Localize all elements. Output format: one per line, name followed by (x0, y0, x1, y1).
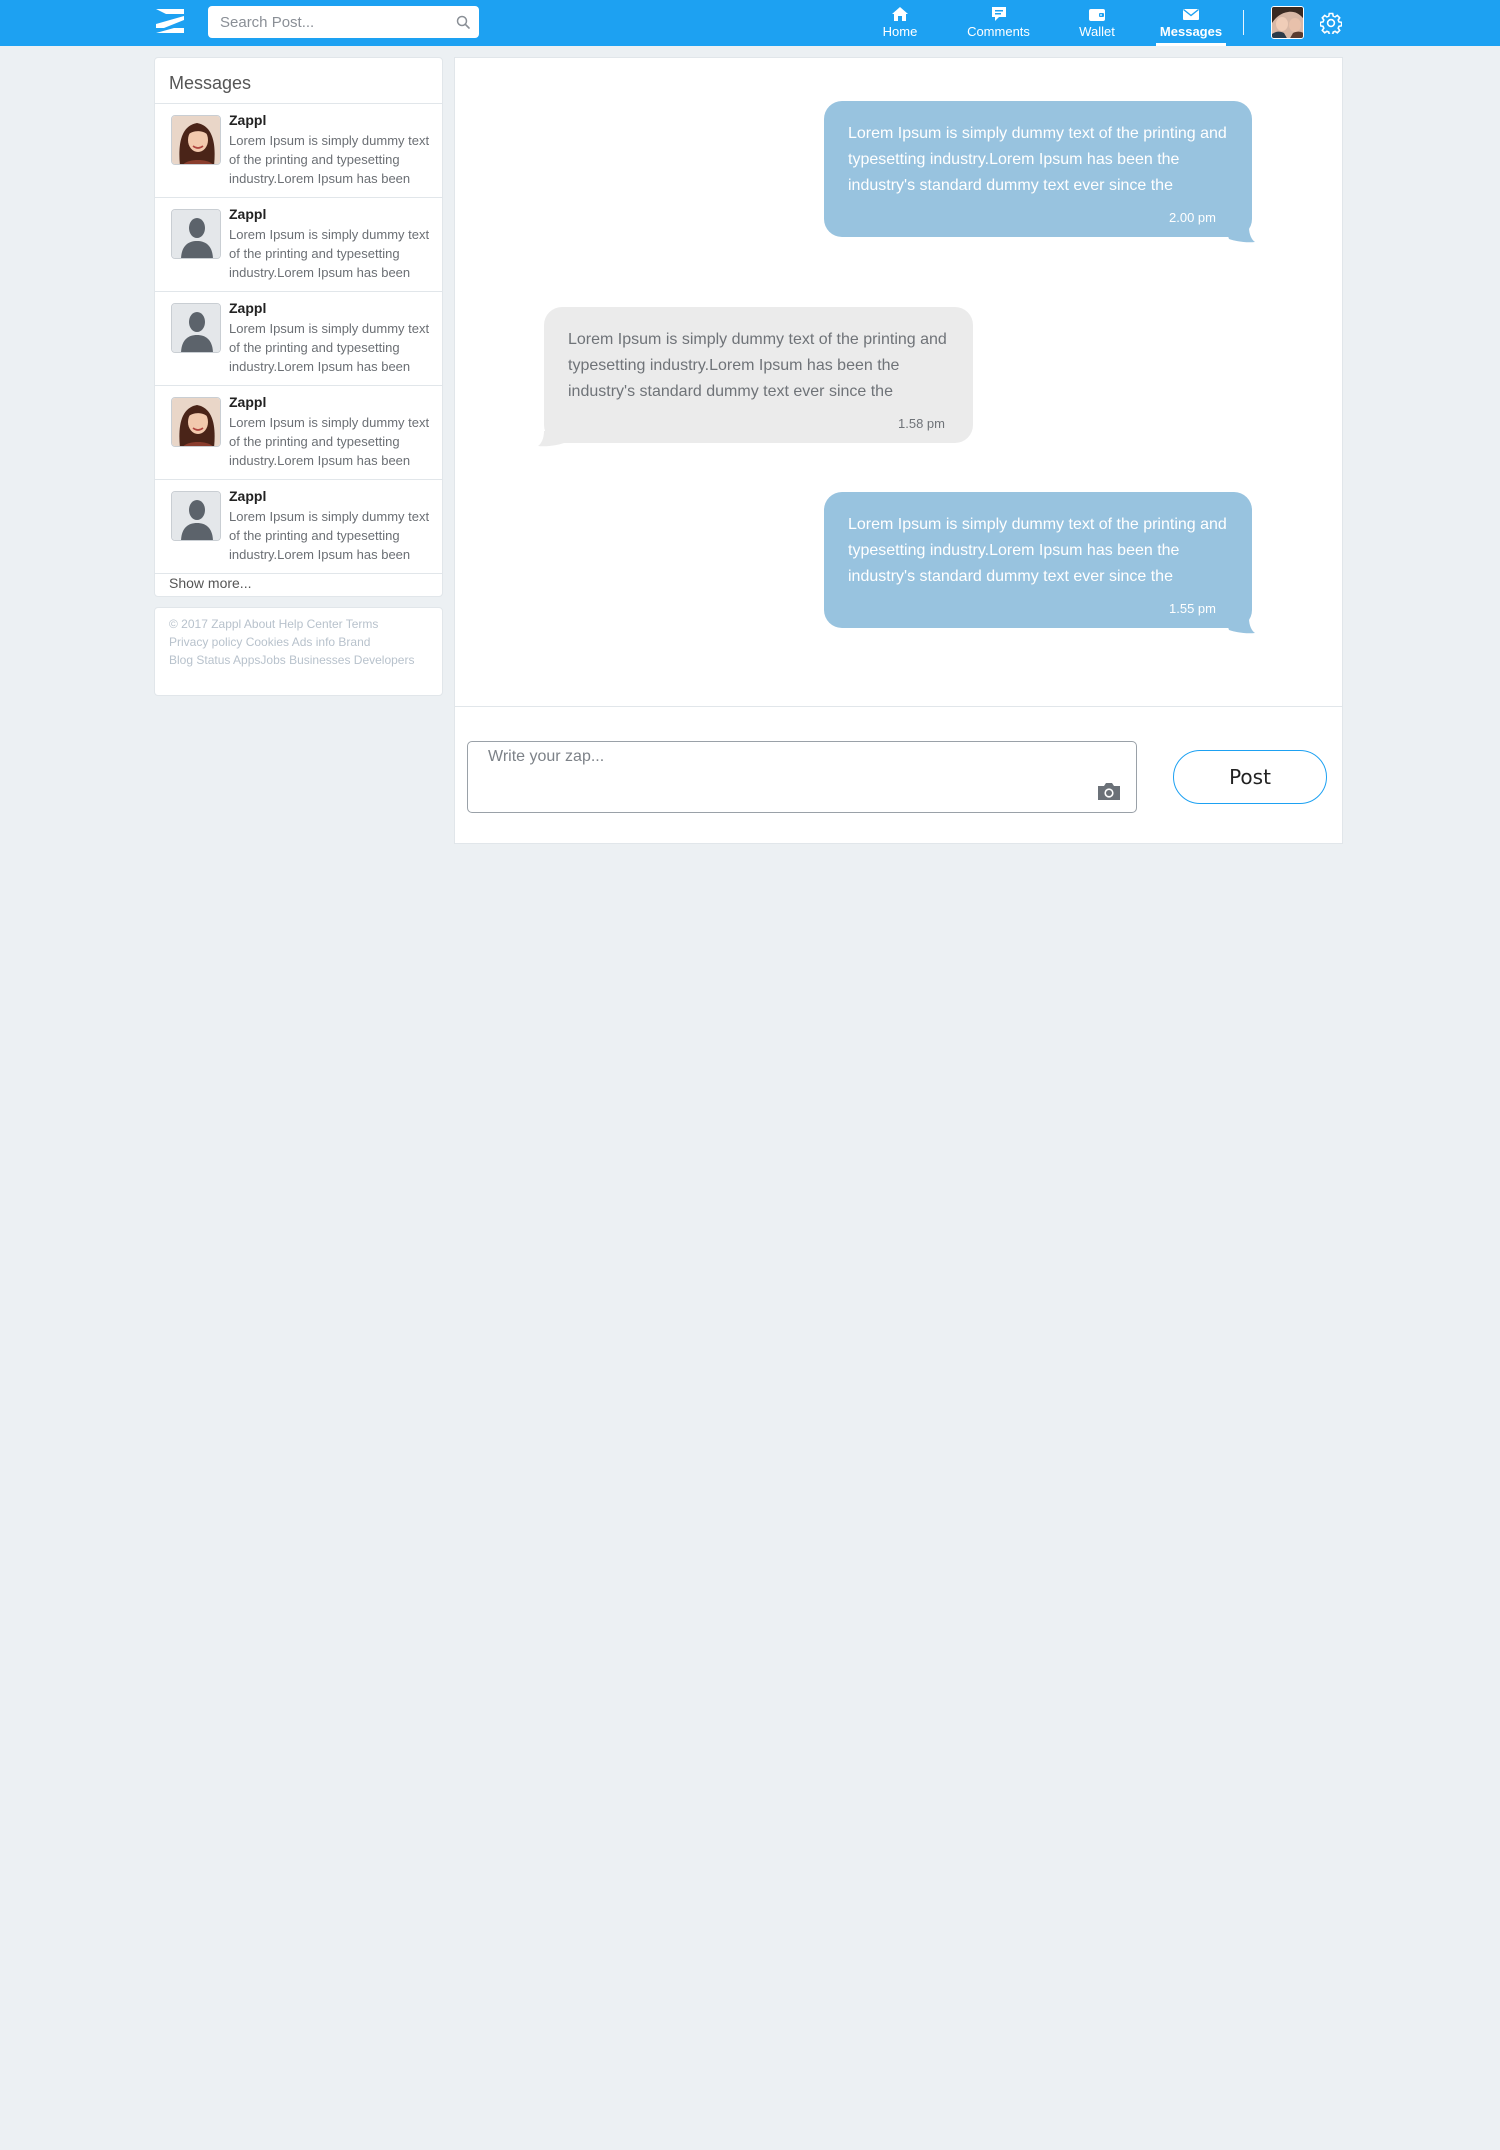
nav-messages-label: Messages (1159, 24, 1223, 39)
message-time: 1.58 pm (898, 416, 945, 431)
profile-avatar[interactable] (1271, 6, 1304, 39)
conversation-preview: Lorem Ipsum is simply dummy text of the … (229, 133, 430, 186)
top-navbar: Home Comments Wallet Messages (0, 0, 1500, 46)
conversation-item[interactable]: Zappl Lorem Ipsum is simply dummy text o… (155, 198, 442, 292)
conversation-preview: Lorem Ipsum is simply dummy text of the … (229, 509, 430, 562)
search-input[interactable] (208, 6, 448, 38)
footer-links-row[interactable]: Privacy policy Cookies Ads info Brand (169, 635, 370, 649)
conversation-name: Zappl (229, 112, 267, 128)
conversation-item[interactable]: Zappl Lorem Ipsum is simply dummy text o… (155, 104, 442, 198)
conversation-item[interactable]: Zappl Lorem Ipsum is simply dummy text o… (155, 480, 442, 574)
nav-comments-label: Comments (967, 24, 1030, 39)
settings-gear-icon[interactable] (1320, 12, 1342, 34)
default-avatar-icon (172, 304, 220, 352)
envelope-icon (1183, 8, 1199, 20)
received-message-bubble: Lorem Ipsum is simply dummy text of the … (544, 307, 973, 443)
nav-wallet[interactable]: Wallet (1072, 0, 1122, 46)
nav-home[interactable]: Home (870, 0, 930, 46)
nav-divider (1243, 10, 1244, 35)
sidebar-title: Messages (169, 73, 252, 93)
active-tab-indicator (1156, 43, 1226, 46)
profile-photo (1272, 7, 1303, 38)
search-icon[interactable] (455, 14, 471, 30)
conversation-preview: Lorem Ipsum is simply dummy text of the … (229, 227, 430, 280)
conversation-name: Zappl (229, 488, 267, 504)
show-more-link[interactable]: Show more... (169, 575, 251, 591)
conversation-name: Zappl (229, 206, 267, 222)
message-time: 1.55 pm (1169, 601, 1216, 616)
avatar (171, 491, 221, 541)
woman-photo (172, 116, 220, 164)
nav-wallet-label: Wallet (1079, 24, 1115, 39)
divider (455, 706, 1342, 707)
avatar (171, 397, 221, 447)
conversation-preview: Lorem Ipsum is simply dummy text of the … (229, 415, 430, 468)
message-time: 2.00 pm (1169, 210, 1216, 225)
wallet-icon (1089, 9, 1105, 21)
footer-links-row[interactable]: Blog Status AppsJobs Businesses Develope… (169, 653, 414, 667)
comment-icon (991, 7, 1006, 21)
sent-message-bubble: Lorem Ipsum is simply dummy text of the … (824, 492, 1252, 628)
conversation-name: Zappl (229, 394, 267, 410)
conversation-item[interactable]: Zappl Lorem Ipsum is simply dummy text o… (155, 386, 442, 480)
message-text: Lorem Ipsum is simply dummy text of the … (848, 125, 1227, 194)
message-text: Lorem Ipsum is simply dummy text of the … (848, 516, 1227, 585)
avatar (171, 303, 221, 353)
conversation-name: Zappl (229, 300, 267, 316)
nav-comments[interactable]: Comments (961, 0, 1036, 46)
woman-photo (172, 398, 220, 446)
camera-icon[interactable] (1096, 780, 1122, 802)
conversation-item[interactable]: Zappl Lorem Ipsum is simply dummy text o… (155, 292, 442, 386)
home-icon (892, 7, 908, 21)
compose-box (467, 741, 1137, 813)
search-box (208, 6, 479, 38)
nav-messages[interactable]: Messages (1156, 0, 1226, 46)
avatar (171, 209, 221, 259)
avatar (171, 115, 221, 165)
messages-sidebar: Messages Zappl Lorem Ipsum is simply dum… (154, 57, 443, 597)
nav-home-label: Home (882, 24, 918, 39)
sent-message-bubble: Lorem Ipsum is simply dummy text of the … (824, 101, 1252, 237)
chat-panel: Lorem Ipsum is simply dummy text of the … (454, 57, 1343, 844)
zappl-logo[interactable] (154, 7, 186, 35)
default-avatar-icon (172, 210, 220, 258)
message-text: Lorem Ipsum is simply dummy text of the … (568, 331, 947, 400)
footer-links: © 2017 Zappl About Help Center Terms Pri… (154, 607, 443, 696)
default-avatar-icon (172, 492, 220, 540)
conversation-preview: Lorem Ipsum is simply dummy text of the … (229, 321, 430, 374)
message-input[interactable] (468, 742, 1078, 812)
post-button[interactable]: Post (1173, 750, 1327, 804)
footer-links-row[interactable]: © 2017 Zappl About Help Center Terms (169, 617, 378, 631)
